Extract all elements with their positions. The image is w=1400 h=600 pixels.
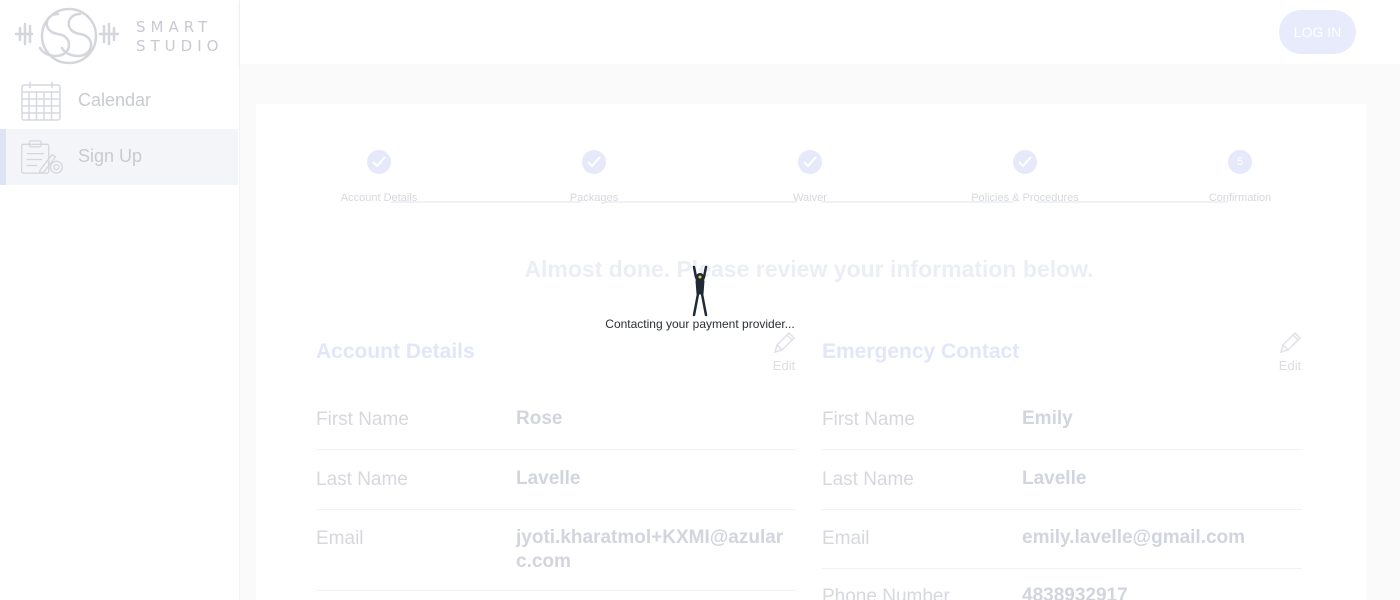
step-label: Waiver [793, 192, 827, 204]
emergency-last-name-label: Last Name [822, 469, 914, 490]
account-last-name-label: Last Name [316, 469, 408, 490]
row-divider [822, 449, 1302, 450]
account-email-label: Email [316, 528, 364, 549]
signup-review-card: 5 Account Details Packages Waiver Polici… [256, 104, 1366, 600]
smart-studio-logo[interactable]: SMART STUDIO [14, 4, 226, 68]
pencil-icon [1279, 331, 1302, 354]
step-label: Account Details [340, 192, 418, 204]
step-5-current[interactable]: 5 [1228, 150, 1252, 174]
emergency-last-name-value: Lavelle [1022, 468, 1087, 489]
calendar-icon [21, 82, 61, 121]
signup-clipboard-icon [21, 140, 63, 174]
step-label: Confirmation [1208, 192, 1272, 204]
row-divider [822, 568, 1302, 569]
top-bar: LOG IN [240, 0, 1400, 64]
emergency-email-value: emily.lavelle@gmail.com [1022, 527, 1246, 548]
account-first-name-label: First Name [316, 409, 409, 430]
emergency-contact-edit-button[interactable]: Edit [1274, 330, 1306, 373]
sidebar-item-calendar[interactable]: Calendar [0, 73, 238, 129]
sidebar-item-label: Calendar [78, 90, 152, 110]
row-divider [316, 590, 796, 591]
emergency-phone-label: Phone Number [822, 586, 950, 600]
main-content: 5 Account Details Packages Waiver Polici… [240, 64, 1400, 600]
row-divider [316, 509, 796, 510]
payment-loading-indicator: Contacting your payment provider... [600, 262, 800, 342]
emergency-first-name-value: Emily [1022, 408, 1073, 429]
account-details-heading: Account Details [316, 340, 475, 363]
review-heading: Almost done. Please review your informat… [524, 256, 1094, 282]
check-icon [587, 156, 601, 168]
step-2-complete[interactable] [582, 150, 606, 174]
edit-label: Edit [1278, 358, 1302, 373]
step-label: Packages [569, 192, 619, 204]
check-icon [803, 156, 817, 168]
account-last-name-value: Lavelle [516, 468, 581, 489]
logo-text-smart: SMART [136, 18, 213, 36]
exercising-figure-icon [692, 265, 708, 317]
logo-text-studio: STUDIO [136, 37, 224, 55]
step-label: Policies & Procedures [971, 192, 1079, 204]
account-first-name-value: Rose [516, 408, 563, 429]
login-button[interactable]: LOG IN [1279, 10, 1356, 54]
emergency-phone-value: 4838932917 [1022, 585, 1128, 600]
emergency-email-label: Email [822, 528, 870, 549]
check-icon [372, 156, 386, 168]
sidebar: SMART STUDIO Calendar Sign Up [0, 0, 240, 600]
row-divider [822, 509, 1302, 510]
step-number: 5 [1236, 156, 1244, 168]
account-email-value: jyoti.kharatmol+KXMI@azularc.com [516, 527, 784, 572]
logo-mark-icon [14, 7, 120, 65]
step-3-complete[interactable] [798, 150, 822, 174]
emergency-first-name-label: First Name [822, 409, 915, 430]
sidebar-item-sign-up[interactable]: Sign Up [0, 129, 238, 185]
emergency-contact-heading: Emergency Contact [822, 340, 1020, 363]
app-root: SMART STUDIO Calendar Sign Up LOG IN 5 A… [0, 0, 1400, 600]
edit-label: Edit [772, 358, 796, 373]
step-1-complete[interactable] [367, 150, 391, 174]
step-4-complete[interactable] [1013, 150, 1037, 174]
sidebar-item-label: Sign Up [78, 146, 143, 166]
row-divider [316, 449, 796, 450]
check-icon [1018, 156, 1032, 168]
loading-message: Contacting your payment provider... [605, 317, 795, 331]
